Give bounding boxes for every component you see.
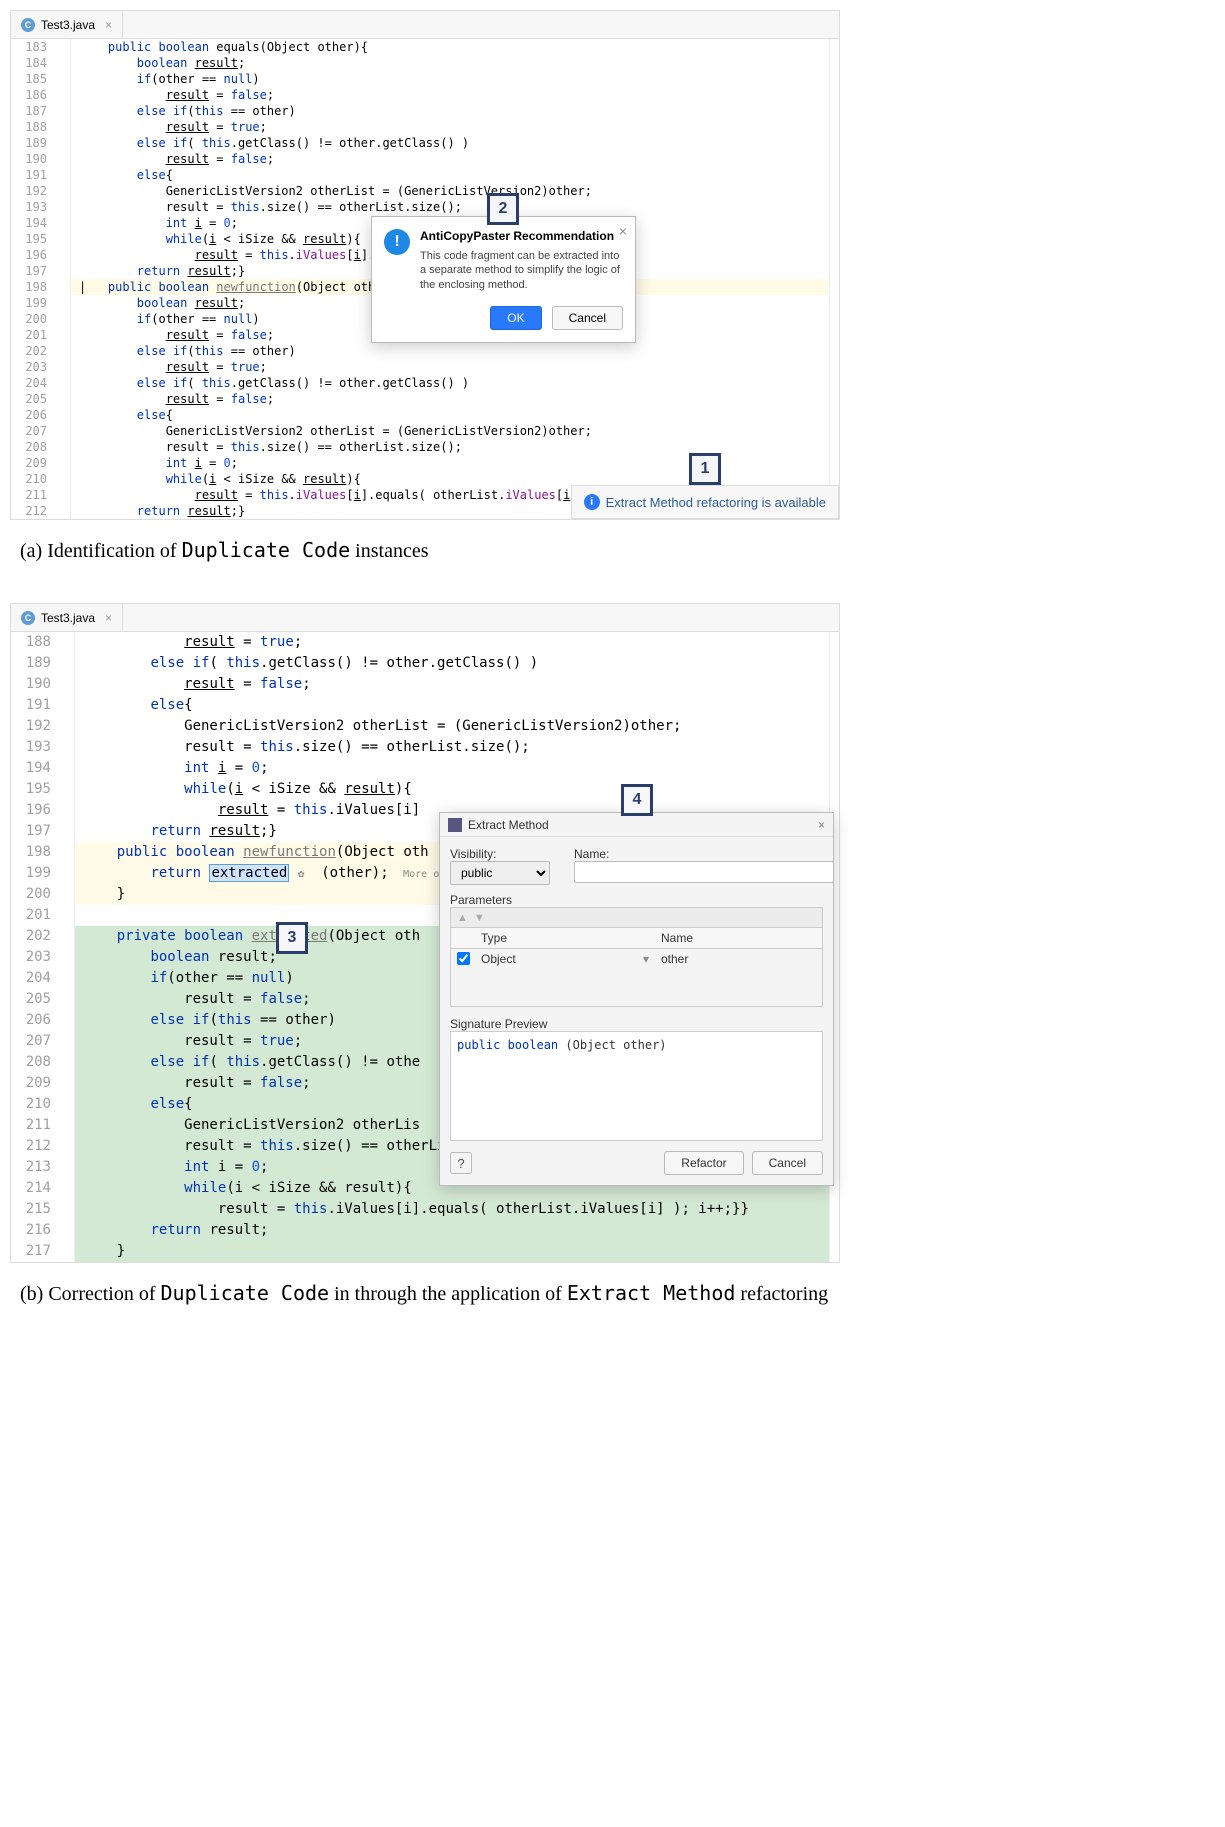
fold-column [57, 632, 75, 1262]
code-line[interactable]: else if(this == other) [71, 103, 829, 119]
dialog-title: AntiCopyPaster Recommendation [420, 229, 623, 243]
code-line[interactable]: result = this.iValues[i].equals( otherLi… [75, 1199, 829, 1220]
name-label: Name: [574, 847, 609, 861]
code-line[interactable]: result = this.size() == otherList.size()… [71, 199, 829, 215]
info-icon: ! [384, 229, 410, 255]
java-file-icon: C [21, 18, 35, 32]
code-line[interactable]: else{ [71, 167, 829, 183]
close-tab-icon[interactable]: × [105, 611, 112, 625]
tab-filename: Test3.java [41, 611, 95, 625]
file-tab[interactable]: C Test3.java × [11, 604, 123, 631]
param-type[interactable]: Object ▾ [475, 949, 655, 971]
close-tab-icon[interactable]: × [105, 18, 112, 32]
callout-3: 3 [276, 922, 308, 954]
ok-button[interactable]: OK [490, 306, 541, 330]
cancel-button[interactable]: Cancel [752, 1151, 823, 1175]
code-line[interactable]: if(other == null) [71, 71, 829, 87]
param-name[interactable]: other [655, 949, 822, 971]
code-line[interactable]: GenericListVersion2 otherList = (Generic… [75, 716, 829, 737]
param-row[interactable]: Object ▾ other [451, 949, 822, 971]
tab-bar: C Test3.java × [11, 604, 839, 632]
code-line[interactable]: result = false; [71, 151, 829, 167]
code-line[interactable]: else{ [71, 407, 829, 423]
close-icon[interactable]: × [818, 818, 825, 832]
col-type-header: Type [475, 928, 655, 948]
code-line[interactable]: } [75, 1241, 829, 1262]
line-gutter: 1881891901911921931941951961971981992002… [11, 632, 57, 1262]
callout-2: 2 [487, 193, 519, 225]
code-line[interactable]: result = false; [71, 87, 829, 103]
minimap-strip [829, 39, 839, 519]
code-line[interactable]: GenericListVersion2 otherList = (Generic… [71, 183, 829, 199]
notification-bar[interactable]: i Extract Method refactoring is availabl… [571, 485, 839, 519]
panel-b: C Test3.java × 1881891901911921931941951… [10, 603, 840, 1263]
editor-b[interactable]: 1881891901911921931941951961971981992002… [11, 632, 839, 1262]
help-button[interactable]: ? [450, 1152, 472, 1174]
line-gutter: 1831841851861871881891901911921931941951… [11, 39, 53, 519]
code-line[interactable]: result = true; [75, 632, 829, 653]
code-line[interactable]: else if( this.getClass() != other.getCla… [71, 375, 829, 391]
file-tab[interactable]: C Test3.java × [11, 11, 123, 38]
col-name-header: Name [655, 928, 822, 948]
parameters-table: Type Name Object ▾ other [450, 927, 823, 1007]
code-line[interactable]: int i = 0; [75, 758, 829, 779]
java-file-icon: C [21, 611, 35, 625]
code-line[interactable]: result = false; [75, 674, 829, 695]
code-line[interactable]: while(i < iSize && result){ [75, 779, 829, 800]
signature-preview: public boolean (Object other) [450, 1031, 823, 1141]
info-icon: i [584, 494, 600, 510]
code-line[interactable]: result = true; [71, 119, 829, 135]
dialog-body: This code fragment can be extracted into… [420, 249, 623, 292]
notification-text: Extract Method refactoring is available [606, 495, 826, 510]
tab-bar: C Test3.java × [11, 11, 839, 39]
cancel-button[interactable]: Cancel [552, 306, 623, 330]
visibility-label: Visibility: [450, 847, 496, 861]
code-line[interactable]: else if(this == other) [71, 343, 829, 359]
code-line[interactable]: result = false; [71, 391, 829, 407]
caption-b: (b) Correction of Duplicate Code in thro… [20, 1281, 840, 1306]
dialog-title: Extract Method [468, 818, 549, 832]
code-line[interactable]: else if( this.getClass() != other.getCla… [75, 653, 829, 674]
code-line[interactable]: public boolean equals(Object other){ [71, 39, 829, 55]
extract-method-dialog: Extract Method × Visibility: public Name… [439, 812, 834, 1186]
method-name-input[interactable] [574, 861, 834, 883]
code-line[interactable]: GenericListVersion2 otherList = (Generic… [71, 423, 829, 439]
code-line[interactable]: else{ [75, 695, 829, 716]
code-line[interactable]: return result; [75, 1220, 829, 1241]
tab-filename: Test3.java [41, 18, 95, 32]
code-line[interactable]: boolean result; [71, 55, 829, 71]
dialog-titlebar: Extract Method × [440, 813, 833, 837]
caption-a: (a) Identification of Duplicate Code ins… [20, 538, 840, 563]
param-toolbar: ▲ ▼ [450, 907, 823, 927]
move-down-icon[interactable]: ▼ [474, 912, 485, 924]
code-line[interactable]: result = true; [71, 359, 829, 375]
move-up-icon[interactable]: ▲ [457, 912, 468, 924]
parameters-label: Parameters [450, 893, 512, 907]
fold-column [53, 39, 71, 519]
code-line[interactable]: result = this.size() == otherList.size()… [75, 737, 829, 758]
code-line[interactable]: else if( this.getClass() != other.getCla… [71, 135, 829, 151]
visibility-select[interactable]: public [450, 861, 550, 885]
close-icon[interactable]: × [619, 223, 627, 239]
param-checkbox[interactable] [457, 952, 470, 965]
callout-1: 1 [689, 453, 721, 485]
app-icon [448, 818, 462, 832]
recommendation-dialog: × ! AntiCopyPaster Recommendation This c… [371, 216, 636, 343]
signature-label: Signature Preview [450, 1017, 547, 1031]
callout-4: 4 [621, 784, 653, 816]
refactor-button[interactable]: Refactor [664, 1151, 743, 1175]
panel-a: C Test3.java × 1831841851861871881891901… [10, 10, 840, 520]
